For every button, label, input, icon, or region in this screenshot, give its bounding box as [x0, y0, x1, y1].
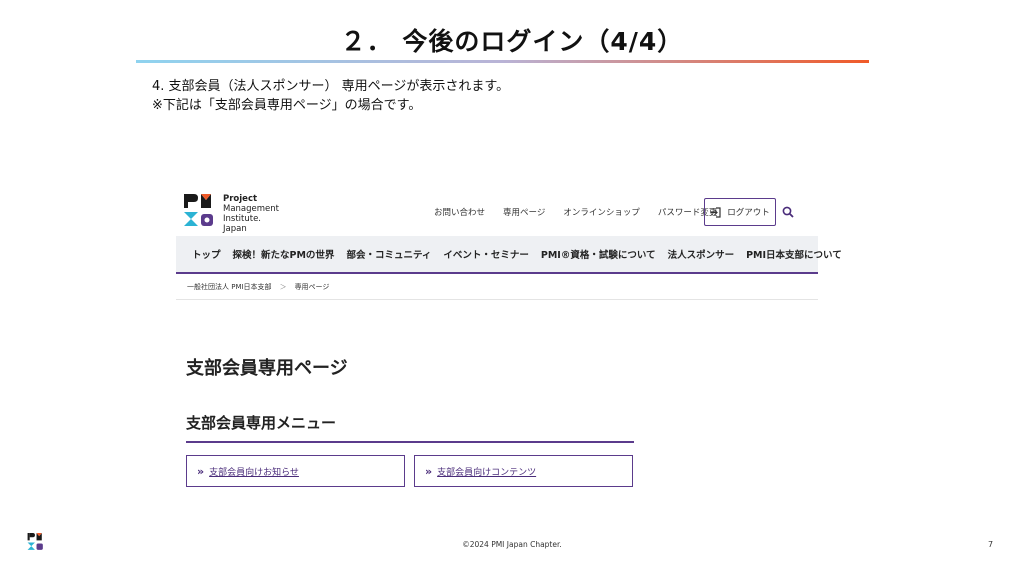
menu-section-title: 支部会員専用メニュー [186, 414, 337, 432]
util-link-contact[interactable]: お問い合わせ [434, 206, 485, 218]
breadcrumb-root[interactable]: 一般社団法人 PMI日本支部 [187, 282, 272, 292]
breadcrumb-separator: ＞ [279, 283, 287, 291]
logout-button[interactable]: ログアウト [704, 198, 776, 226]
breadcrumb-current: 専用ページ [294, 283, 330, 291]
nav-item-top[interactable]: トップ [192, 247, 221, 261]
main-nav: トップ 探検！新たなPMの世界 部会・コミュニティ イベント・セミナー PMI®… [176, 236, 842, 274]
search-icon[interactable] [782, 206, 794, 218]
website-screenshot: Project Management Institute. Japan お問い合… [176, 184, 842, 494]
breadcrumb: 一般社団法人 PMI日本支部 ＞ 専用ページ [187, 282, 329, 292]
copyright-text: ©2024 PMI Japan Chapter. [462, 540, 562, 549]
menu-card-contents[interactable]: » 支部会員向けコンテンツ [414, 455, 633, 487]
logout-icon [711, 206, 721, 218]
slide-description: 4. 支部会員（法人スポンサー） 専用ページが表示されます。 ※下記は「支部会員… [152, 77, 509, 115]
page-title: 支部会員専用ページ [186, 358, 348, 379]
menu-card-contents-link[interactable]: 支部会員向けコンテンツ [437, 465, 536, 478]
nav-item-community[interactable]: 部会・コミュニティ [346, 247, 431, 261]
pmi-japan-logo[interactable]: Project Management Institute. Japan [184, 194, 284, 234]
utility-nav: お問い合わせ 専用ページ オンラインショップ パスワード変更 [434, 206, 735, 218]
util-link-members-page[interactable]: 専用ページ [503, 206, 545, 218]
pmi-logo-icon [184, 194, 213, 226]
nav-item-explore[interactable]: 探検！新たなPMの世界 [233, 247, 335, 261]
util-link-online-shop[interactable]: オンラインショップ [563, 206, 640, 218]
nav-item-events[interactable]: イベント・セミナー [443, 247, 529, 261]
nav-item-sponsors[interactable]: 法人スポンサー [668, 247, 735, 261]
breadcrumb-divider [176, 299, 818, 300]
menu-card-news-link[interactable]: 支部会員向けお知らせ [209, 465, 299, 478]
title-gradient-rule [136, 60, 869, 63]
double-chevron-icon: » [197, 464, 205, 478]
page-number: 7 [988, 540, 994, 549]
menu-card-news[interactable]: » 支部会員向けお知らせ [186, 455, 405, 487]
nav-item-about[interactable]: PMI日本支部について [746, 247, 842, 261]
nav-item-certification[interactable]: PMI®資格・試験について [541, 247, 656, 261]
description-line-1: 4. 支部会員（法人スポンサー） 専用ページが表示されます。 [152, 79, 510, 94]
description-line-2: ※下記は「支部会員専用ページ」の場合です。 [152, 98, 422, 113]
slide-title: ２． 今後のログイン（4/4） [340, 27, 684, 56]
double-chevron-icon: » [425, 464, 433, 478]
logo-wordmark: Project Management Institute. Japan [223, 194, 279, 234]
logout-label: ログアウト [727, 208, 770, 218]
menu-section-divider [186, 441, 634, 443]
